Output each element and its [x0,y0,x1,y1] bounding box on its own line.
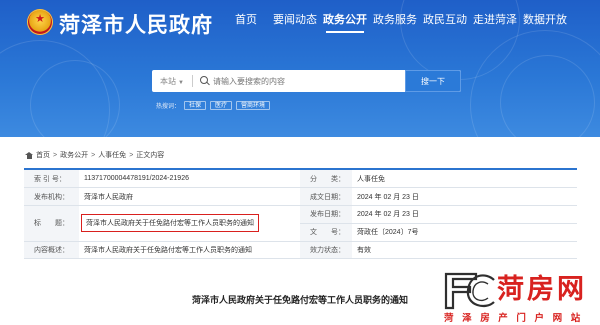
site-header: 菏泽市人民政府 首页 要闻动态 政务公开 政务服务 政民互动 走进菏泽 数据开放… [0,0,600,137]
nav-item-news[interactable]: 要闻动态 [270,11,320,33]
chevron-down-icon: ▼ [178,79,184,86]
search-icon [197,70,213,92]
table-row: 内容概述： 菏泽市人民政府关于任免路付宏等工作人员职务的通知 效力状态： 有效 [24,241,577,260]
doc-number-label: 文 号： [300,223,352,242]
title-value: 菏泽市人民政府关于任免路付宏等工作人员职务的通知 [81,214,259,233]
fc-logo-icon [444,272,495,310]
published-date-value: 2024 年 02 月 23 日 [352,205,577,224]
watermark-sub: 菏泽房产门户网站 [444,313,589,324]
watermark-main: 菏房网 [497,274,587,304]
table-row: 索 引 号： 11371700004478191/2024-21926 分 类：… [24,170,577,189]
title-label: 标 题： [24,205,79,242]
search-scope-select[interactable]: 本站 ▼ [152,76,192,87]
search-input[interactable] [213,76,393,86]
published-date-label: 发布日期： [300,205,352,224]
search-scope-label: 本站 [160,76,177,86]
breadcrumb-current: 正文内容 [136,152,165,159]
national-emblem-icon [27,9,53,35]
breadcrumb-home[interactable]: 首页 [36,150,50,160]
breadcrumb-gov-affairs[interactable]: 政务公开 [60,150,88,160]
hot-tag-medical[interactable]: 医疗 [210,101,233,110]
top-bar: 菏泽市人民政府 首页 要闻动态 政务公开 政务服务 政民互动 走进菏泽 数据开放 [0,0,600,42]
issuer-label: 发布机构： [24,187,79,207]
main-nav: 首页 要闻动态 政务公开 政务服务 政民互动 走进菏泽 数据开放 [222,11,570,33]
home-icon [25,151,33,159]
breadcrumb: 首页 > 政务公开 > 人事任免 > 正文内容 [25,150,164,160]
nav-item-services[interactable]: 政务服务 [370,11,420,33]
title-cell: 菏泽市人民政府关于任免路付宏等工作人员职务的通知 [79,205,300,242]
index-label: 索 引 号： [24,170,79,189]
nav-item-home[interactable]: 首页 [222,11,270,33]
nav-item-interaction[interactable]: 政民互动 [420,11,470,33]
nav-item-gov-affairs[interactable]: 政务公开 [320,11,370,33]
hot-search-label: 热搜词： [156,104,181,110]
document-info-table: 索 引 号： 11371700004478191/2024-21926 分 类：… [24,168,577,260]
created-date-label: 成文日期： [300,187,352,207]
hot-search: 热搜词： 社保 医疗 营商环境 [156,101,274,110]
nav-item-open-data[interactable]: 数据开放 [520,11,570,33]
divider [192,75,193,87]
header-decoration [30,60,120,137]
breadcrumb-separator: > [129,151,134,159]
hot-tag-social-security[interactable]: 社保 [184,101,207,110]
site-title[interactable]: 菏泽市人民政府 [59,9,213,39]
breadcrumb-appointments[interactable]: 人事任免 [98,150,126,160]
summary-label: 内容概述： [24,241,79,260]
index-value: 11371700004478191/2024-21926 [79,170,300,189]
breadcrumb-separator: > [53,151,58,159]
status-label: 效力状态： [300,241,352,260]
category-label: 分 类： [300,170,352,189]
status-value: 有效 [352,241,577,260]
watermark-logo: 菏房网 菏泽房产门户网站 [442,270,600,325]
search-button[interactable]: 搜一下 [405,70,461,92]
issuer-value: 菏泽市人民政府 [79,187,300,207]
nav-item-about-heze[interactable]: 走进菏泽 [470,11,520,33]
table-row: 标 题： 菏泽市人民政府关于任免路付宏等工作人员职务的通知 发布日期： 2024… [24,205,577,242]
doc-number-value: 菏政任〔2024〕7号 [352,223,577,242]
hot-tag-business-env[interactable]: 营商环境 [236,101,271,110]
category-value: 人事任免 [352,170,577,189]
table-row: 发布机构： 菏泽市人民政府 成文日期： 2024 年 02 月 23 日 [24,187,577,207]
summary-value: 菏泽市人民政府关于任免路付宏等工作人员职务的通知 [79,241,300,260]
created-date-value: 2024 年 02 月 23 日 [352,187,577,207]
breadcrumb-separator: > [91,151,96,159]
